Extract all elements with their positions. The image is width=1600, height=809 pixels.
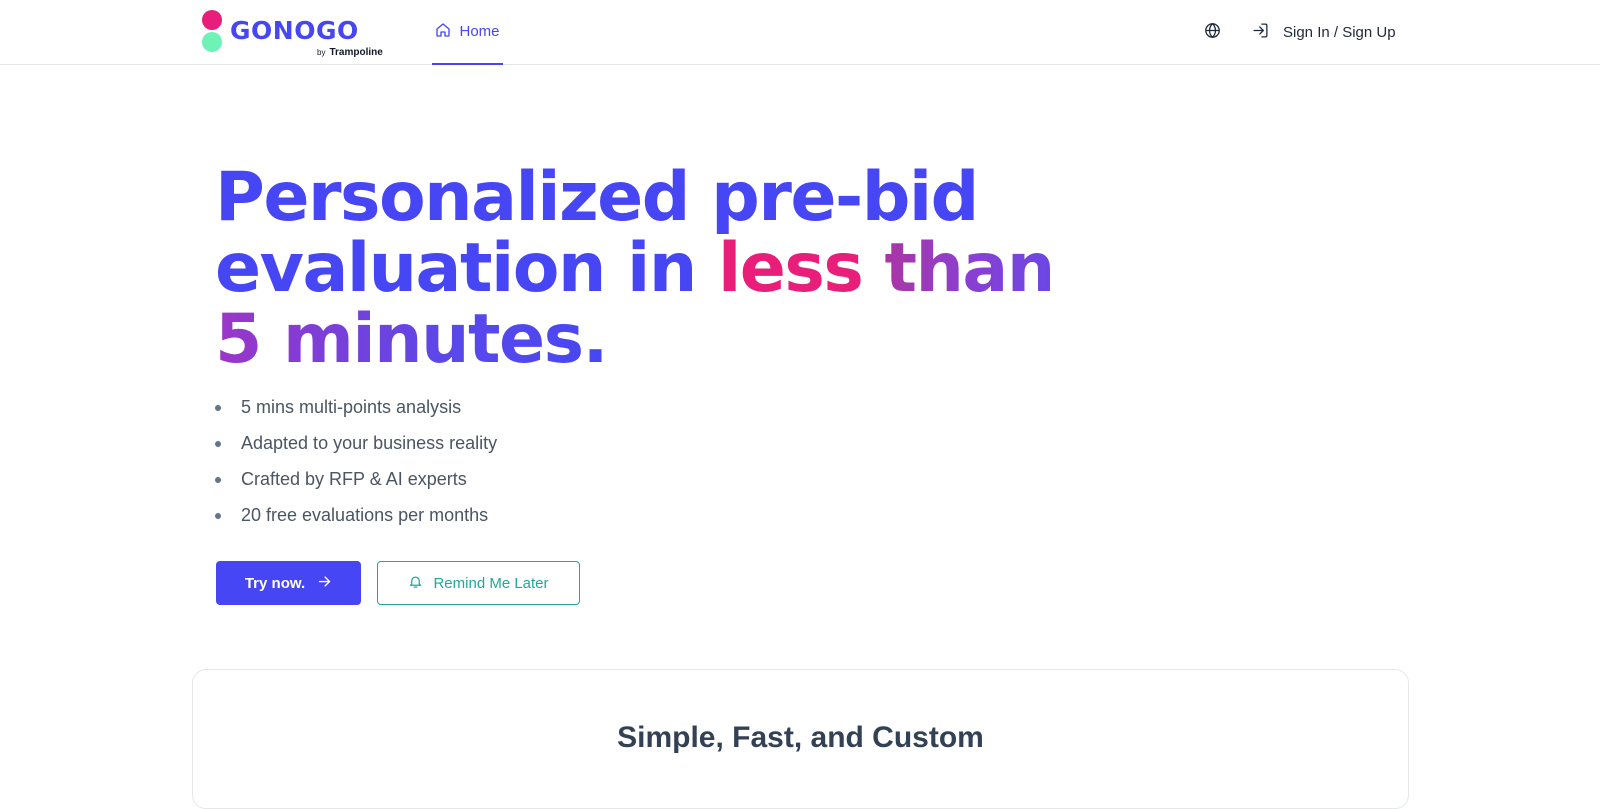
bullet-item: 5 mins multi-points analysis [215, 393, 497, 429]
sign-in-button[interactable]: Sign In / Sign Up [1252, 20, 1396, 44]
sign-in-icon [1252, 22, 1269, 43]
headline-line-3: 5 minutes. [215, 300, 608, 379]
features-card-title: Simple, Fast, and Custom [617, 721, 984, 754]
top-navigation-bar: GONOGO by Trampoline Home Sign In / Sign… [0, 0, 1600, 65]
try-now-label: Try now. [244, 574, 306, 592]
headline-highlight-less: less [717, 229, 864, 308]
nav-home-tab[interactable]: Home [432, 0, 503, 65]
nav-home-label: Home [459, 23, 500, 40]
arrow-right-icon [317, 574, 332, 593]
bullet-item: Crafted by RFP & AI experts [215, 465, 497, 501]
home-icon [435, 22, 451, 42]
sign-in-label: Sign In / Sign Up [1283, 23, 1396, 41]
features-card: Simple, Fast, and Custom [192, 669, 1409, 809]
hero-headline: Personalized pre-bid evaluation in less … [215, 162, 1115, 375]
remind-me-later-button[interactable]: Remind Me Later [377, 561, 580, 605]
bullet-item: Adapted to your business reality [215, 429, 497, 465]
headline-line-1: Personalized pre-bid [215, 158, 979, 237]
headline-highlight-than: than [862, 229, 1056, 308]
feature-bullet-list: 5 mins multi-points analysis Adapted to … [215, 393, 497, 537]
logo-by-text: by [317, 48, 326, 57]
globe-icon [1204, 22, 1221, 44]
headline-line-2-start: evaluation in [215, 229, 718, 308]
language-button[interactable] [1201, 22, 1223, 44]
logo-byline: by Trampoline [317, 47, 383, 58]
remind-me-later-label: Remind Me Later [433, 574, 549, 592]
bell-icon [408, 574, 423, 593]
bullet-item: 20 free evaluations per months [215, 501, 497, 537]
logo-pink-dot [202, 10, 222, 30]
gonogo-logo[interactable]: GONOGO by Trampoline [201, 9, 391, 61]
logo-brand-text: Trampoline [329, 47, 383, 58]
try-now-button[interactable]: Try now. [216, 561, 361, 605]
logo-mint-dot [202, 32, 222, 52]
logo-wordmark: GONOGO [230, 16, 359, 45]
